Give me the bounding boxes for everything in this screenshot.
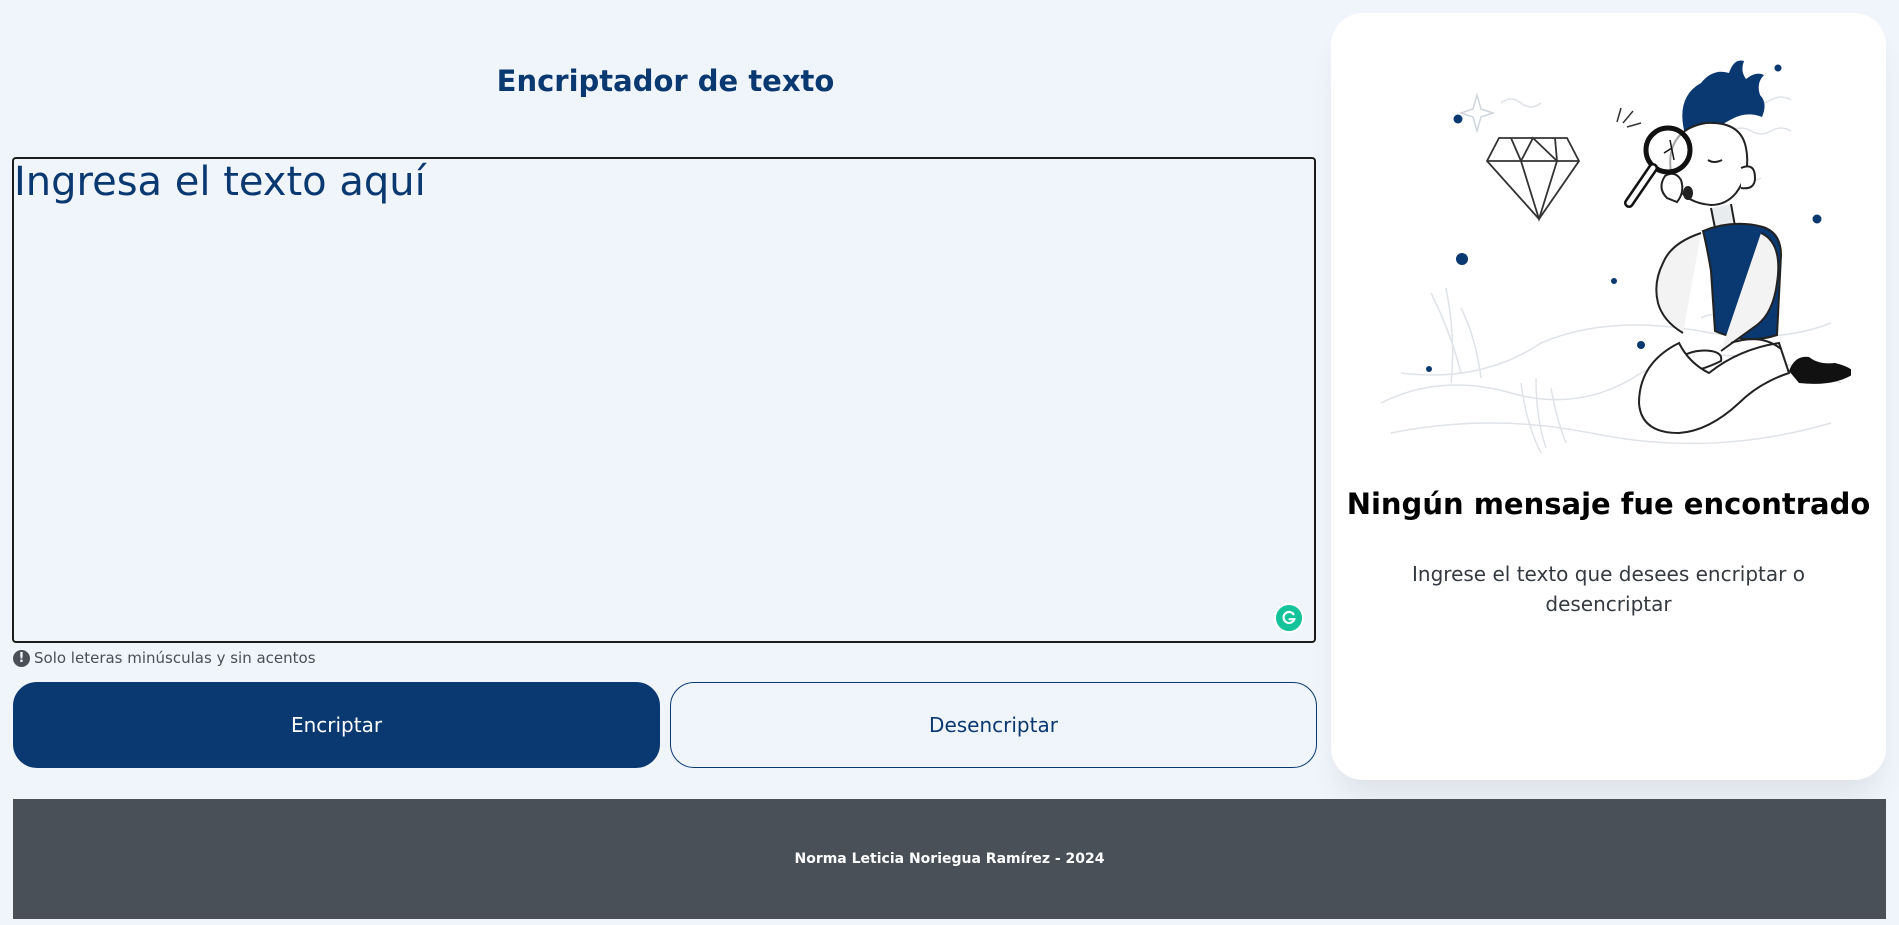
page: Encriptador de texto ! Solo leteras minú…: [0, 0, 1899, 925]
footer: Norma Leticia Noriegua Ramírez - 2024: [13, 799, 1886, 919]
encrypt-button[interactable]: Encriptar: [13, 682, 660, 768]
text-input-container: [12, 157, 1316, 643]
person-with-magnifying-glass-illustration: [1380, 60, 1851, 454]
page-title: Encriptador de texto: [496, 64, 835, 98]
output-text: Ingrese el texto que desees encriptar o …: [1412, 562, 1805, 616]
grammarly-icon[interactable]: [1274, 603, 1304, 633]
input-hint: ! Solo leteras minúsculas y sin acentos: [13, 649, 316, 667]
input-hint-text: Solo leteras minúsculas y sin acentos: [34, 649, 316, 667]
text-input[interactable]: [14, 159, 1314, 641]
output-card: Ningún mensaje fue encontrado Ingrese el…: [1331, 13, 1886, 780]
decrypt-button[interactable]: Desencriptar: [670, 682, 1317, 768]
exclamation-circle-icon: !: [13, 649, 30, 667]
output-title: Ningún mensaje fue encontrado: [1346, 487, 1871, 521]
footer-text: Norma Leticia Noriegua Ramírez - 2024: [794, 851, 1105, 867]
